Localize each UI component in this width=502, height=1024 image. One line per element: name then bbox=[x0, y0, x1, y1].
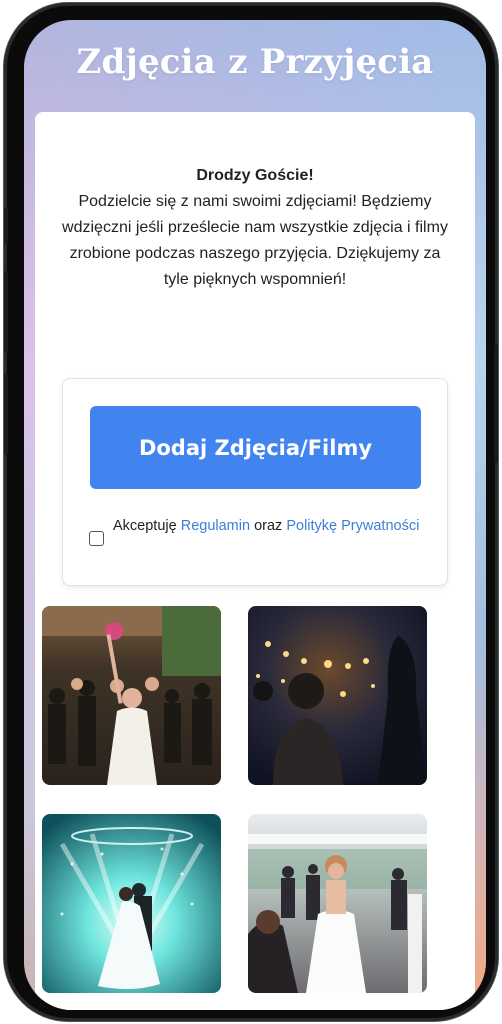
welcome-message: Drodzy Goście! Podzielcie się z nami swo… bbox=[55, 163, 455, 293]
volume-down-button bbox=[4, 373, 8, 455]
upload-panel: Dodaj Zdjęcia/Filmy Akceptuję Regulamin … bbox=[62, 378, 448, 586]
consent-prefix: Akceptuję bbox=[113, 518, 177, 534]
consent-row: Akceptuję Regulamin oraz Politykę Prywat… bbox=[89, 515, 429, 546]
volume-up-button bbox=[4, 271, 8, 353]
laughing-bride-photo bbox=[248, 814, 427, 993]
page-title: Zdjęcia z Przyjęcia bbox=[76, 42, 434, 82]
consent-label: Akceptuję Regulamin oraz Politykę Prywat… bbox=[113, 515, 419, 537]
string-lights-photo bbox=[248, 606, 427, 785]
terms-link[interactable]: Regulamin bbox=[181, 518, 250, 534]
gallery-photo[interactable] bbox=[248, 814, 427, 993]
consent-joiner: oraz bbox=[254, 518, 283, 534]
mute-switch bbox=[4, 208, 8, 244]
privacy-policy-link[interactable]: Politykę Prywatności bbox=[286, 518, 419, 534]
first-dance-photo bbox=[42, 814, 221, 993]
phone-frame: Zdjęcia z Przyjęcia Drodzy Goście! Podzi… bbox=[4, 3, 498, 1021]
gallery-photo[interactable] bbox=[42, 814, 221, 993]
add-photos-button[interactable]: Dodaj Zdjęcia/Filmy bbox=[90, 406, 421, 489]
gallery-photo[interactable] bbox=[42, 606, 221, 785]
consent-checkbox[interactable] bbox=[89, 531, 104, 546]
welcome-text: Podzielcie się z nami swoimi zdjęciami! … bbox=[62, 193, 448, 288]
welcome-greeting: Drodzy Goście! bbox=[196, 167, 314, 184]
gallery-photo[interactable] bbox=[248, 606, 427, 785]
bouquet-toss-photo bbox=[42, 606, 221, 785]
power-button bbox=[494, 343, 498, 463]
